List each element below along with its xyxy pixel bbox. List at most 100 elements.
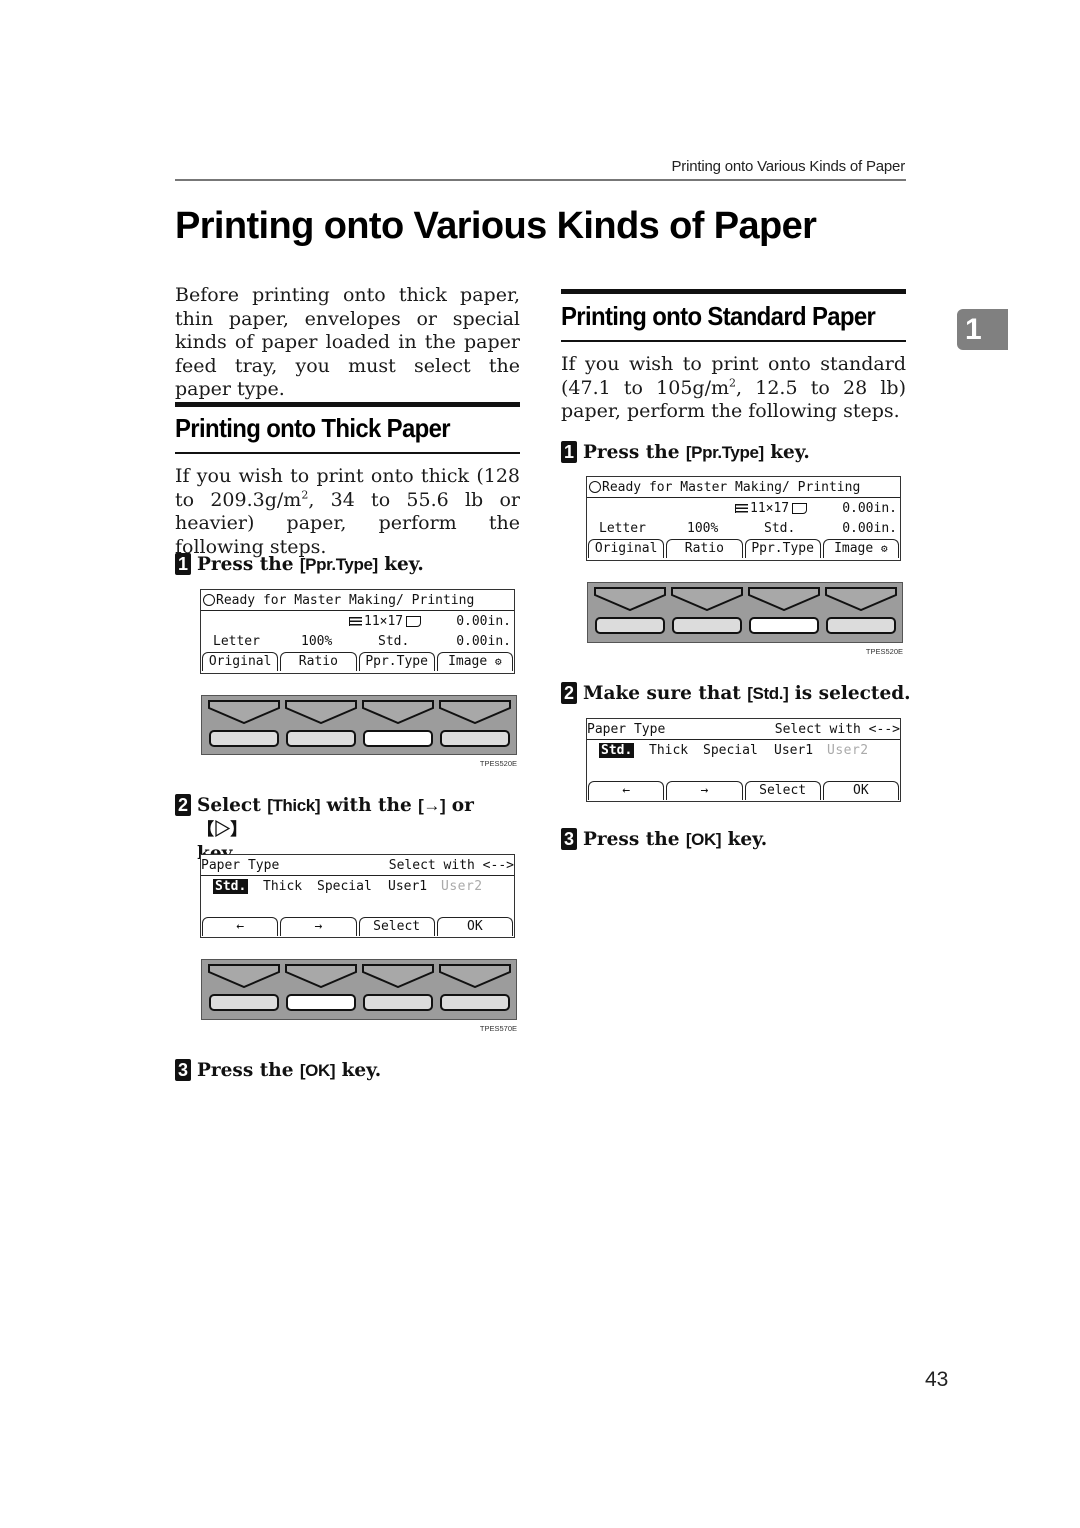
ratio-button[interactable]: Ratio <box>666 539 743 558</box>
image-button[interactable]: Image ⚙ <box>822 539 899 558</box>
lcd-info-row-1: 11×17 0.00in. <box>587 498 900 518</box>
original-button[interactable]: Original <box>588 539 665 558</box>
chapter-number: 1 <box>965 312 982 346</box>
soft-key-3[interactable] <box>747 587 820 642</box>
ppr-type-button[interactable]: Ppr.Type <box>358 652 435 671</box>
page-title: Printing onto Various Kinds of Paper <box>175 205 817 247</box>
key-button[interactable] <box>208 994 279 1011</box>
lcd-paper-type-screen: Paper Type Select with <--> Std. Thick S… <box>200 854 515 938</box>
tray-icon <box>349 616 362 626</box>
key-pointer-icon <box>361 964 434 988</box>
soft-key-2[interactable] <box>284 964 357 1019</box>
key-button[interactable] <box>439 994 510 1011</box>
paper-size: 11×17 <box>750 500 790 516</box>
lcd-paper-type-screen: Paper Type Select with <--> Std. Thick S… <box>586 718 901 802</box>
key-button[interactable] <box>439 730 510 747</box>
header-rule <box>175 179 906 181</box>
step-2: 2 Make sure that [Std.] is selected. <box>561 682 911 706</box>
lcd-status-text: Ready for Master Making/ Printing <box>216 592 475 608</box>
key-button[interactable] <box>285 994 356 1011</box>
lcd-button-row: Original Ratio Ppr.Type Image ⚙ <box>587 538 900 558</box>
lcd-title-row: Paper Type Select with <--> <box>587 719 900 740</box>
section-rule-top <box>175 402 520 407</box>
key-pointer-icon <box>824 587 897 611</box>
option-thick[interactable]: Thick <box>649 743 688 758</box>
option-user1[interactable]: User1 <box>388 879 427 894</box>
step-number: 1 <box>561 441 577 463</box>
key-pointer-icon <box>207 964 280 988</box>
paper-orientation-icon <box>792 502 808 514</box>
paper-type-options: Std. Thick Special User1 User2 <box>587 740 900 760</box>
soft-key-2[interactable] <box>670 587 743 642</box>
key-button[interactable] <box>748 617 819 634</box>
lcd-main-screen: Ready for Master Making/ Printing 11×17 … <box>586 476 901 561</box>
select-button[interactable]: Select <box>744 781 821 800</box>
section-title-thick: Printing onto Thick Paper <box>175 413 451 443</box>
key-button[interactable] <box>671 617 742 634</box>
section-title-standard: Printing onto Standard Paper <box>561 301 876 331</box>
lcd-hint: Select with <--> <box>388 857 514 873</box>
ok-button[interactable]: OK <box>436 917 513 936</box>
section-rule-bottom <box>561 340 906 342</box>
option-std[interactable]: Std. <box>213 878 249 894</box>
soft-key-3[interactable] <box>361 964 434 1019</box>
image-button[interactable]: Image ⚙ <box>436 652 513 671</box>
soft-key-4[interactable] <box>438 700 511 754</box>
right-arrow-button[interactable]: → <box>280 917 357 936</box>
left-arrow-button[interactable]: ← <box>202 917 279 936</box>
key-button[interactable] <box>285 730 356 747</box>
ratio-button[interactable]: Ratio <box>280 652 357 671</box>
soft-key-4[interactable] <box>438 964 511 1019</box>
option-user1[interactable]: User1 <box>774 743 813 758</box>
soft-key-1[interactable] <box>593 587 666 642</box>
step-3: 3 Press the [OK] key. <box>561 828 767 852</box>
soft-key-2[interactable] <box>284 700 357 754</box>
lcd-title: Paper Type <box>587 721 666 737</box>
lcd-blank-row <box>201 896 514 916</box>
soft-keys <box>201 959 517 1020</box>
key-button[interactable] <box>594 617 665 634</box>
page-number: 43 <box>925 1368 949 1391</box>
original-size: Letter <box>599 520 646 536</box>
right-arrow-button[interactable]: → <box>666 781 743 800</box>
step-3: 3 Press the [OK] key. <box>175 1059 381 1083</box>
option-user2: User2 <box>827 742 869 758</box>
step-1: 1 Press the [Ppr.Type] key. <box>175 553 424 577</box>
lcd-info-row-2: Letter 100% Std. 0.00in. <box>201 631 514 651</box>
ratio-value: 100% <box>301 633 333 649</box>
soft-key-3[interactable] <box>361 700 434 754</box>
step-number: 3 <box>561 828 577 850</box>
key-button[interactable] <box>362 994 433 1011</box>
key-button[interactable] <box>825 617 896 634</box>
lcd-title: Paper Type <box>201 857 280 873</box>
option-special[interactable]: Special <box>703 743 758 758</box>
key-pointer-icon <box>284 964 357 988</box>
left-arrow-button[interactable]: ← <box>588 781 665 800</box>
paper-type-options: Std. Thick Special User1 User2 <box>201 876 514 896</box>
circle-icon <box>589 481 601 493</box>
key-pointer-icon <box>747 587 820 611</box>
key-button[interactable] <box>208 730 279 747</box>
key-pointer-icon <box>670 587 743 611</box>
option-thick[interactable]: Thick <box>263 879 302 894</box>
key-label: [Ppr.Type] <box>299 555 378 574</box>
circle-icon <box>203 594 215 606</box>
ok-button[interactable]: OK <box>822 781 899 800</box>
soft-key-1[interactable] <box>207 964 280 1019</box>
key-button[interactable] <box>362 730 433 747</box>
key-pointer-icon <box>284 700 357 724</box>
option-special[interactable]: Special <box>317 879 372 894</box>
figure-code: TPES570E <box>479 1024 517 1033</box>
select-button[interactable]: Select <box>358 917 435 936</box>
soft-keys <box>587 582 903 643</box>
tray-icon <box>735 503 748 513</box>
original-button[interactable]: Original <box>202 652 279 671</box>
option-std[interactable]: Std. <box>599 742 635 758</box>
lcd-button-row: ← → Select OK <box>587 780 900 800</box>
soft-keys <box>201 695 517 755</box>
key-pointer-icon <box>207 700 280 724</box>
section-rule-top <box>561 289 906 294</box>
soft-key-4[interactable] <box>824 587 897 642</box>
ppr-type-button[interactable]: Ppr.Type <box>744 539 821 558</box>
soft-key-1[interactable] <box>207 700 280 754</box>
